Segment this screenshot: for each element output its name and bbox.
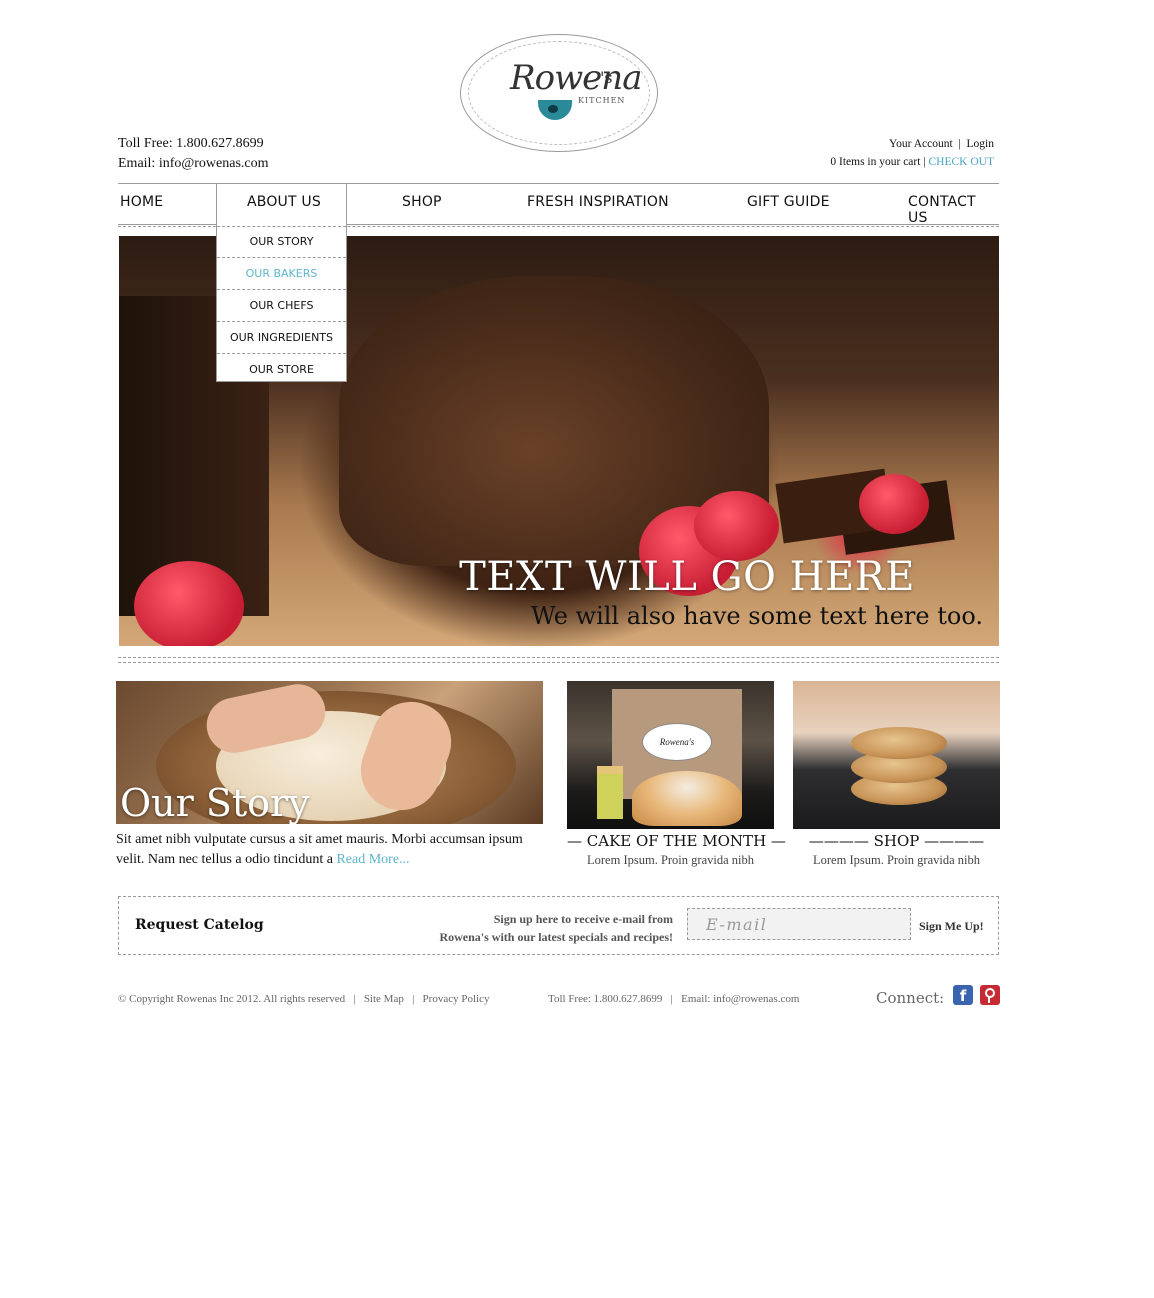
cake-of-the-month-sub: Lorem Ipsum. Proin gravida nibh: [587, 853, 754, 867]
nav-about-us[interactable]: ABOUT US: [247, 194, 321, 210]
hero-divider: [118, 657, 999, 663]
connect-label: Connect:: [876, 989, 945, 1007]
dropdown-our-ingredients[interactable]: OUR INGREDIENTS: [217, 323, 346, 354]
copyright-text: © Copyright Rowenas Inc 2012. All rights…: [118, 993, 346, 1005]
dropdown-our-bakers[interactable]: OUR BAKERS: [217, 259, 346, 290]
email-input[interactable]: [687, 908, 911, 940]
footer-email: Email: info@rowenas.com: [681, 993, 800, 1005]
header-account: Your Account | Login 0 Items in your car…: [830, 138, 995, 168]
header-contact: Toll Free: 1.800.627.8699 Email: info@ro…: [118, 134, 269, 174]
logo-text: Rowena: [510, 58, 642, 98]
our-story-body: Sit amet nibh vulputate cursus a sit ame…: [116, 832, 523, 867]
our-story-image[interactable]: Our Story: [116, 681, 543, 824]
hero-raspberry: [134, 561, 244, 646]
logo-suffix: 's: [600, 68, 613, 87]
nav-gift-guide[interactable]: GIFT GUIDE: [747, 194, 830, 210]
checkout-link[interactable]: CHECK OUT: [929, 156, 995, 168]
hero-subtitle: We will also have some text here too.: [530, 602, 983, 630]
your-account-link[interactable]: Your Account: [889, 138, 953, 150]
request-catalog-box: Request Catelog Sign up here to receive …: [118, 896, 999, 955]
dropdown-our-story[interactable]: OUR STORY: [217, 226, 346, 258]
bundt-cake: [632, 771, 742, 826]
footer-contact: Toll Free: 1.800.627.8699 | Email: info@…: [548, 993, 800, 1005]
our-story-text: Sit amet nibh vulputate cursus a sit ame…: [116, 830, 546, 870]
cookie: [851, 727, 947, 759]
shop-sub: Lorem Ipsum. Proin gravida nibh: [813, 853, 980, 867]
dropdown-our-chefs[interactable]: OUR CHEFS: [217, 291, 346, 322]
shop-caption[interactable]: ———— SHOP ————: [793, 832, 1000, 850]
footer-copyright: © Copyright Rowenas Inc 2012. All rights…: [118, 993, 490, 1005]
lemon-jar: [597, 766, 623, 819]
cart-status: 0 Items in your cart: [830, 156, 921, 168]
facebook-icon[interactable]: f: [953, 985, 973, 1005]
logo-subtitle: KITCHEN: [578, 96, 626, 105]
request-catalog-title[interactable]: Request Catelog: [135, 917, 264, 933]
pinterest-icon[interactable]: [980, 985, 1000, 1005]
header-email: Email: info@rowenas.com: [118, 156, 269, 171]
header-toll-free: Toll Free: 1.800.627.8699: [118, 136, 264, 151]
site-map-link[interactable]: Site Map: [364, 993, 404, 1005]
nav-contact-us[interactable]: CONTACT US: [908, 194, 999, 226]
footer-toll-free: Toll Free: 1.800.627.8699: [548, 993, 663, 1005]
newsletter-message: Sign up here to receive e-mail from Rowe…: [439, 912, 673, 944]
dropdown-our-store[interactable]: OUR STORE: [217, 355, 346, 385]
shop-image[interactable]: [793, 681, 1000, 829]
nav-fresh-inspiration[interactable]: FRESH INSPIRATION: [527, 194, 669, 210]
nav-shop[interactable]: SHOP: [402, 194, 442, 210]
about-dropdown-menu: OUR STORY OUR BAKERS OUR CHEFS OUR INGRE…: [216, 223, 347, 382]
our-story-title: Our Story: [120, 781, 310, 824]
hero-raspberry: [859, 474, 929, 534]
logo[interactable]: Rowena 's KITCHEN: [460, 34, 658, 152]
main-nav: HOME ABOUT US SHOP FRESH INSPIRATION GIF…: [118, 183, 999, 226]
cake-of-the-month-caption[interactable]: — CAKE OF THE MONTH —: [567, 832, 786, 850]
cake-of-the-month-image[interactable]: Rowena's: [567, 681, 774, 829]
nav-home[interactable]: HOME: [120, 194, 163, 210]
cake-box-label: Rowena's: [642, 723, 712, 761]
hero-raspberry: [694, 491, 779, 561]
hero-title: TEXT WILL GO HERE: [459, 554, 915, 600]
privacy-policy-link[interactable]: Provacy Policy: [423, 993, 490, 1005]
sign-me-up-button[interactable]: Sign Me Up!: [919, 919, 984, 934]
read-more-link[interactable]: Read More...: [336, 852, 409, 867]
login-link[interactable]: Login: [967, 138, 994, 150]
